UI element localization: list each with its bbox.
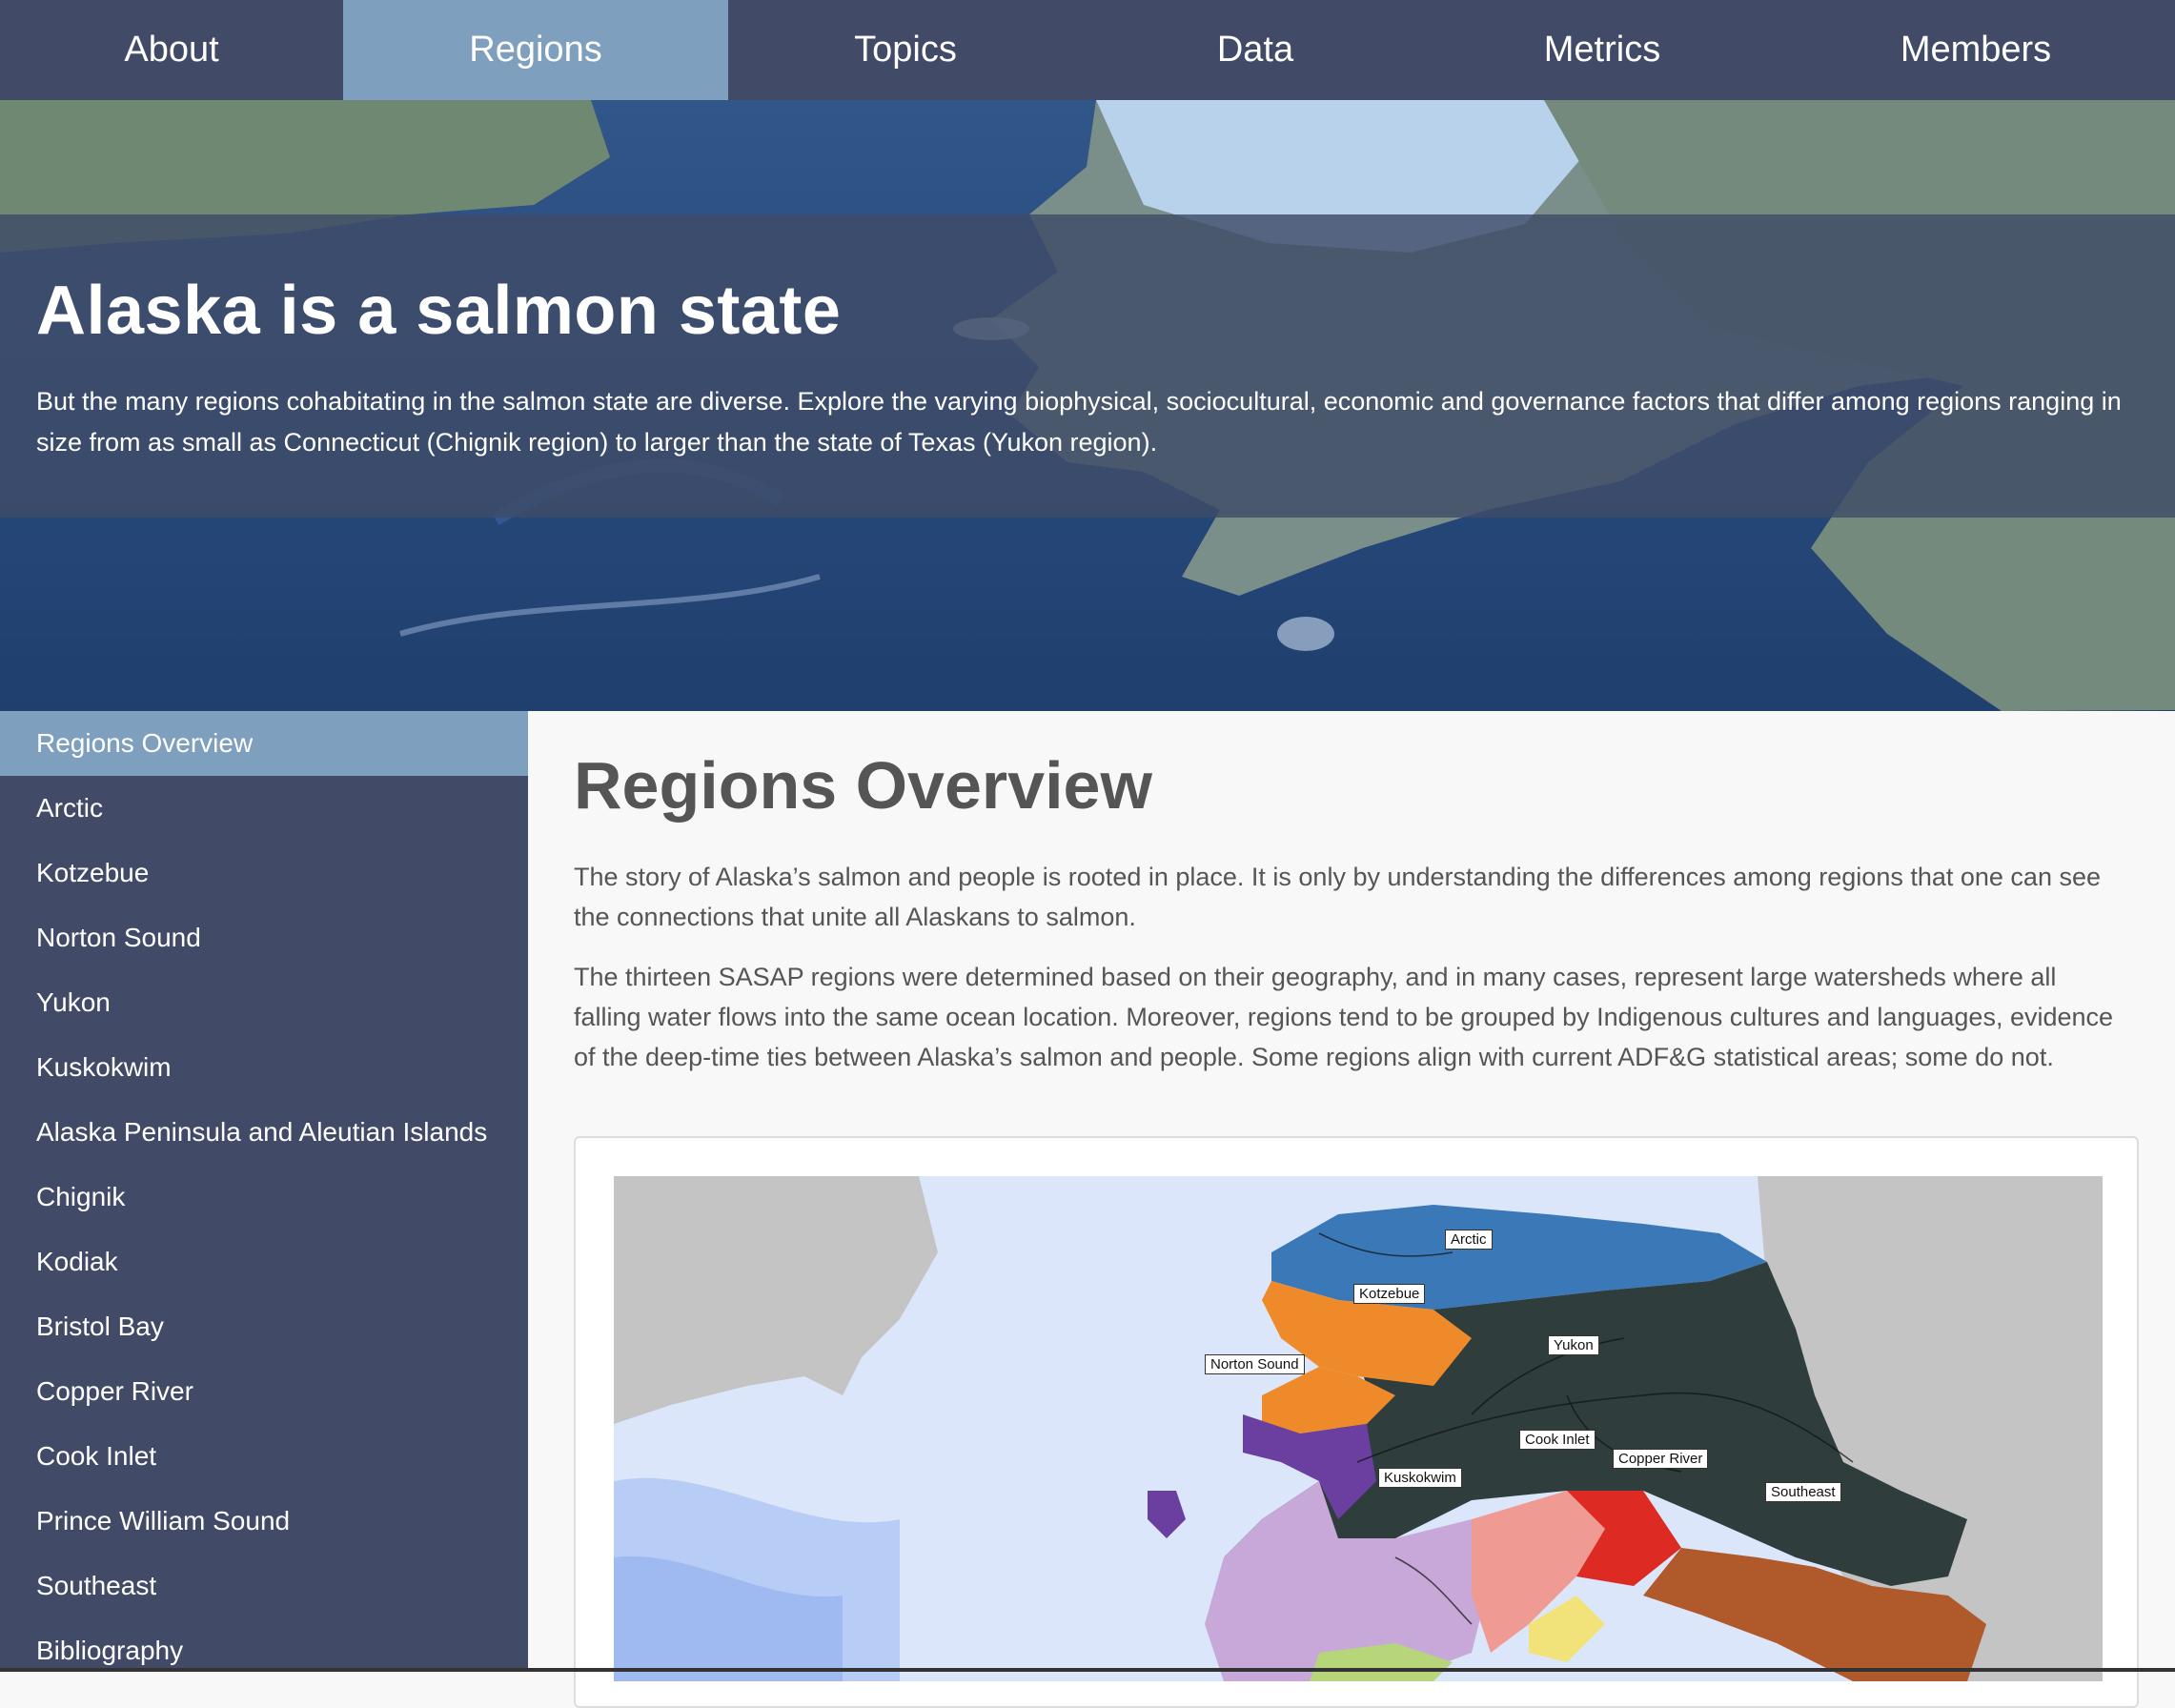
sidebar-item-bristol-bay[interactable]: Bristol Bay — [0, 1294, 528, 1359]
top-navigation: About Regions Topics Data Metrics Member… — [0, 0, 2175, 100]
map-label-southeast: Southeast — [1765, 1482, 1841, 1502]
regions-map[interactable]: Arctic Kotzebue Yukon Norton Sound Cook … — [614, 1176, 2103, 1681]
hero-description: But the many regions cohabitating in the… — [36, 387, 2122, 457]
nav-tab-data[interactable]: Data — [1083, 0, 1428, 100]
nav-tab-about[interactable]: About — [0, 0, 343, 100]
sidebar-item-regions-overview[interactable]: Regions Overview — [0, 711, 528, 776]
hero-banner: Alaska is a salmon state But the many re… — [0, 100, 2175, 711]
regions-map-card: Arctic Kotzebue Yukon Norton Sound Cook … — [574, 1136, 2139, 1708]
sidebar-item-kodiak[interactable]: Kodiak — [0, 1230, 528, 1294]
sidebar-item-arctic[interactable]: Arctic — [0, 776, 528, 841]
map-label-norton-sound: Norton Sound — [1205, 1354, 1305, 1374]
map-label-cook-inlet: Cook Inlet — [1519, 1430, 1596, 1450]
page-title: Regions Overview — [574, 748, 1152, 823]
sidebar-item-alaska-peninsula[interactable]: Alaska Peninsula and Aleutian Islands — [0, 1100, 528, 1165]
sidebar-item-bibliography[interactable]: Bibliography — [0, 1618, 528, 1672]
nav-tab-regions[interactable]: Regions — [343, 0, 728, 100]
nav-tab-topics[interactable]: Topics — [728, 0, 1083, 100]
window-bottom-edge — [0, 1668, 2175, 1672]
map-label-copper-river: Copper River — [1613, 1449, 1709, 1469]
regions-sidebar: Regions Overview Arctic Kotzebue Norton … — [0, 711, 528, 1672]
main-content: Regions Overview The story of Alaska’s s… — [528, 711, 2175, 1708]
map-label-kuskokwim: Kuskokwim — [1378, 1468, 1462, 1488]
sidebar-item-yukon[interactable]: Yukon — [0, 970, 528, 1035]
sidebar-item-cook-inlet[interactable]: Cook Inlet — [0, 1424, 528, 1489]
regions-paragraph: The thirteen SASAP regions were determin… — [574, 963, 2114, 1071]
hero-title: Alaska is a salmon state — [36, 273, 842, 349]
sidebar-item-norton-sound[interactable]: Norton Sound — [0, 905, 528, 970]
intro-paragraph: The story of Alaska’s salmon and people … — [574, 863, 2101, 931]
hero-overlay — [0, 214, 2175, 518]
nav-tab-members[interactable]: Members — [1777, 0, 2175, 100]
sidebar-item-copper-river[interactable]: Copper River — [0, 1359, 528, 1424]
sidebar-item-kuskokwim[interactable]: Kuskokwim — [0, 1035, 528, 1100]
map-label-yukon: Yukon — [1548, 1335, 1599, 1355]
map-label-arctic: Arctic — [1445, 1230, 1493, 1250]
regions-map-graphic — [614, 1176, 2103, 1681]
sidebar-item-kotzebue[interactable]: Kotzebue — [0, 841, 528, 905]
nav-tab-metrics[interactable]: Metrics — [1428, 0, 1777, 100]
sidebar-item-prince-william-sound[interactable]: Prince William Sound — [0, 1489, 528, 1554]
sidebar-item-chignik[interactable]: Chignik — [0, 1165, 528, 1230]
map-label-kotzebue: Kotzebue — [1353, 1284, 1426, 1304]
sidebar-item-southeast[interactable]: Southeast — [0, 1554, 528, 1618]
